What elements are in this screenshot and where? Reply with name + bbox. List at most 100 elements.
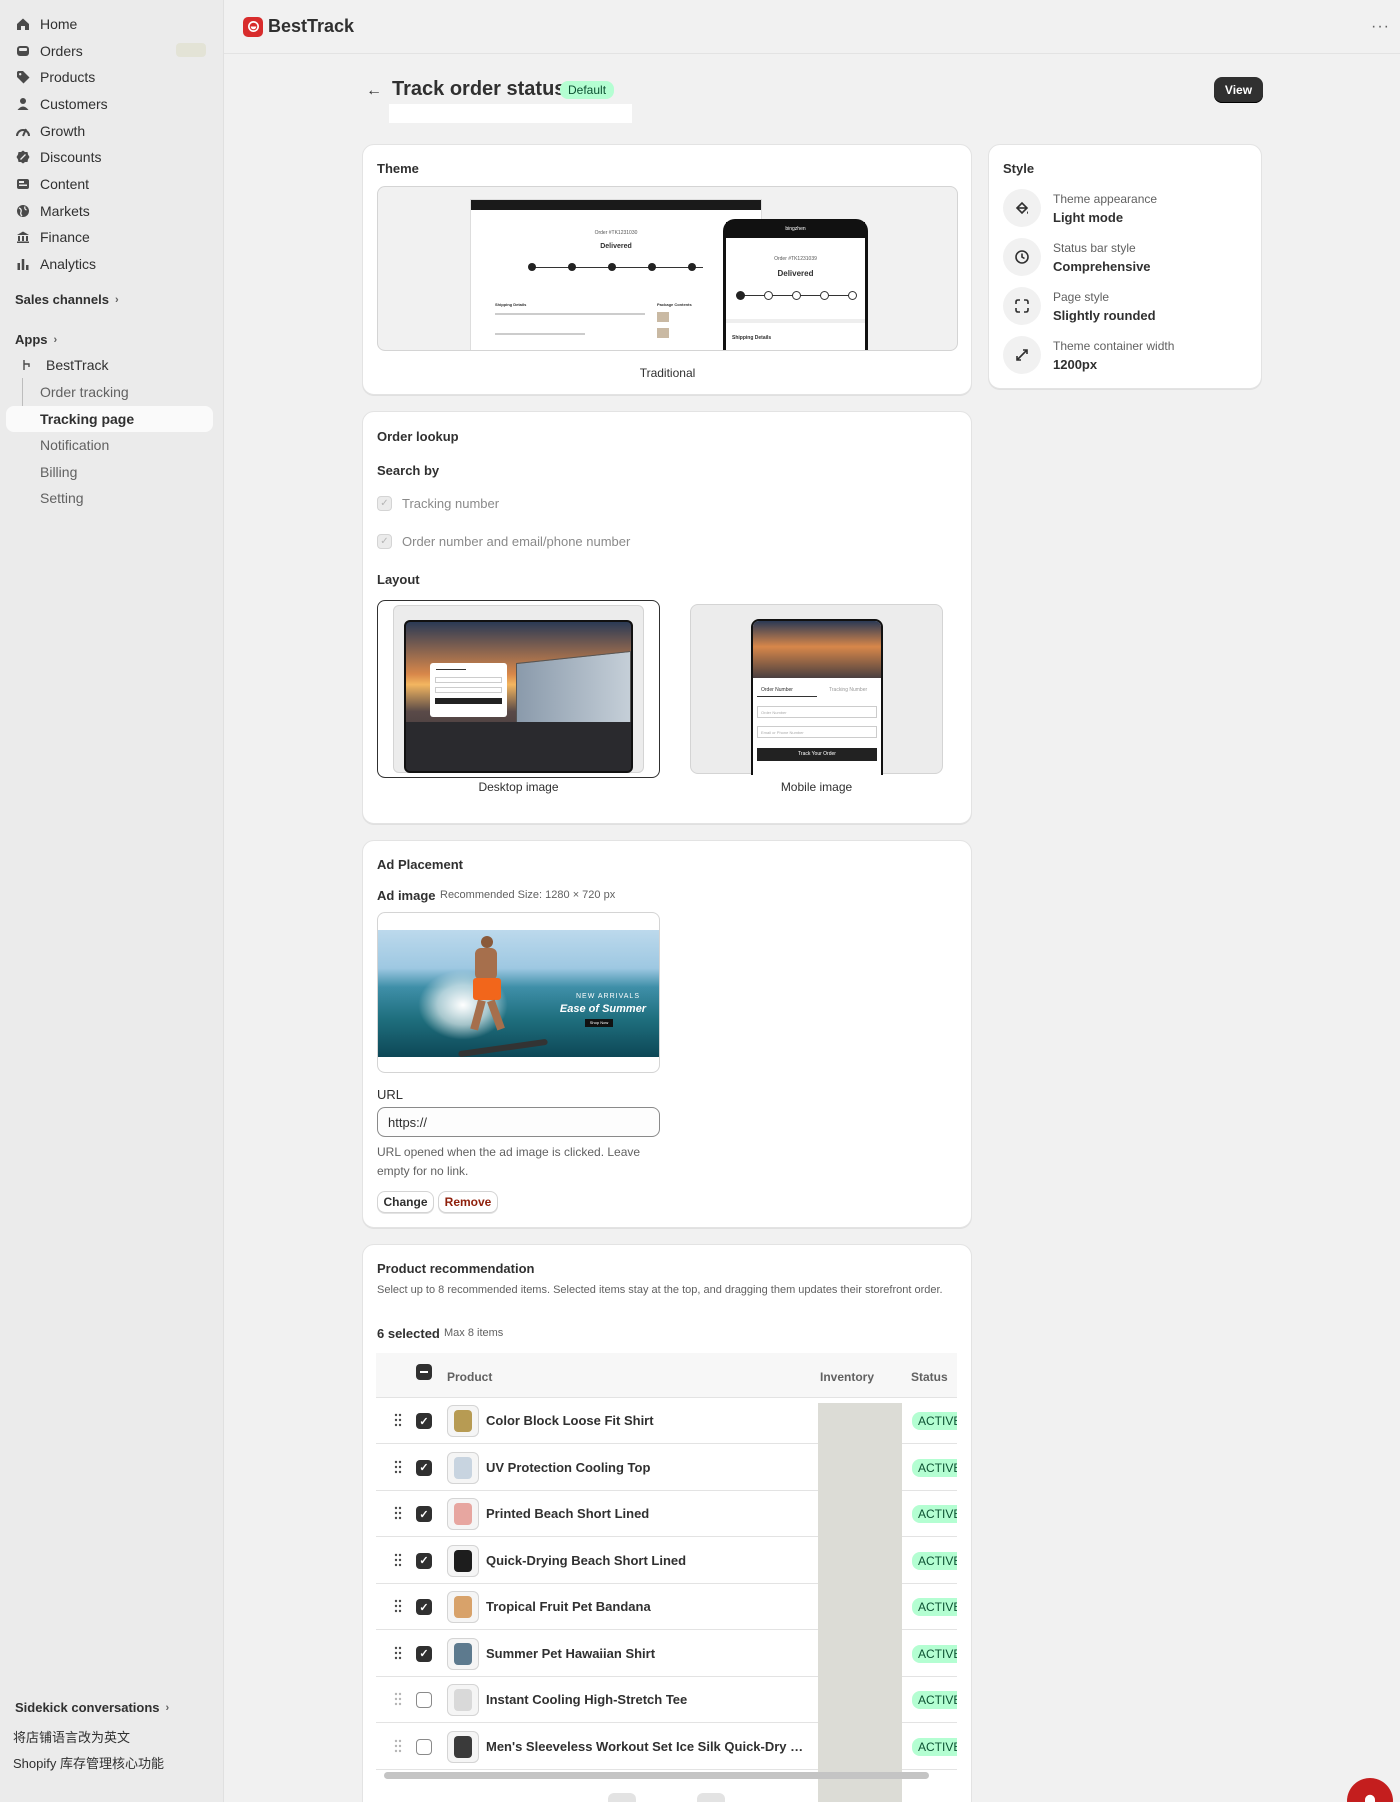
- more-menu-icon[interactable]: ···: [1371, 18, 1390, 36]
- url-label: URL: [377, 1087, 404, 1102]
- status-badge: ACTIVE: [912, 1551, 957, 1570]
- apps-header[interactable]: Apps ›: [15, 332, 57, 347]
- drag-handle-icon[interactable]: [394, 1413, 402, 1427]
- nav-finance[interactable]: Finance: [6, 224, 213, 250]
- nav-markets[interactable]: Markets: [6, 198, 213, 224]
- change-button[interactable]: Change: [377, 1191, 434, 1213]
- option-tracking-number[interactable]: ✓ Tracking number: [377, 496, 499, 511]
- pagination-next[interactable]: [697, 1793, 725, 1802]
- nav-home[interactable]: Home: [6, 11, 213, 37]
- nav-content[interactable]: Content: [6, 171, 213, 197]
- bar-chart-icon: [16, 257, 30, 271]
- sales-channels-header[interactable]: Sales channels ›: [15, 292, 119, 307]
- drag-handle-icon[interactable]: [394, 1739, 402, 1753]
- sub-label: Notification: [40, 437, 110, 453]
- product-thumbnail: [447, 1451, 479, 1484]
- product-name[interactable]: Printed Beach Short Lined: [486, 1506, 649, 1521]
- help-chat-button[interactable]: [1347, 1778, 1393, 1802]
- status-badge: ACTIVE: [912, 1598, 957, 1616]
- style-row-page-style[interactable]: Page style Slightly rounded: [1003, 286, 1156, 326]
- drag-handle-icon[interactable]: [394, 1646, 402, 1660]
- product-thumbnail: [447, 1730, 479, 1763]
- sidebar: Home Orders Products Customers Growth Di…: [0, 0, 224, 1802]
- globe-icon: [16, 204, 30, 218]
- product-name[interactable]: UV Protection Cooling Top: [486, 1460, 650, 1475]
- checkbox-disabled[interactable]: ✓: [377, 534, 392, 549]
- product-thumbnail: [447, 1684, 479, 1716]
- theme-preview[interactable]: Order #TK1231030 Delivered Shipping Deta…: [377, 186, 958, 351]
- pagination-prev[interactable]: [608, 1793, 636, 1802]
- remove-button[interactable]: Remove: [438, 1191, 498, 1213]
- chevron-right-icon: ›: [114, 293, 119, 306]
- checkbox-disabled[interactable]: ✓: [377, 496, 392, 511]
- conversation-item[interactable]: 将店铺语言改为英文: [13, 1727, 130, 1746]
- preview-shipping: Shipping Details: [495, 302, 527, 307]
- product-name[interactable]: Summer Pet Hawaiian Shirt: [486, 1646, 655, 1661]
- sub-order-tracking[interactable]: Order tracking: [6, 379, 213, 405]
- horizontal-scrollbar[interactable]: [384, 1772, 929, 1779]
- home-icon: [16, 17, 30, 31]
- style-row-appearance[interactable]: Theme appearance Light mode: [1003, 188, 1157, 228]
- sub-notification[interactable]: Notification: [6, 432, 213, 458]
- product-name[interactable]: Tropical Fruit Pet Bandana: [486, 1599, 651, 1614]
- view-button[interactable]: View: [1214, 77, 1263, 103]
- nav-discounts[interactable]: Discounts: [6, 144, 213, 170]
- conversation-item[interactable]: Shopify 库存管理核心功能: [13, 1753, 164, 1772]
- product-thumbnail: [447, 1544, 479, 1577]
- product-name[interactable]: Quick-Drying Beach Short Lined: [486, 1553, 686, 1568]
- url-help-text: URL opened when the ad image is clicked.…: [377, 1145, 641, 1178]
- drag-handle-icon[interactable]: [394, 1692, 402, 1706]
- row-checkbox[interactable]: ✓: [416, 1599, 432, 1615]
- ad-image-box[interactable]: NEW ARRIVALS Ease of Summer Shop Now: [377, 912, 660, 1073]
- style-label: Theme appearance: [1053, 191, 1158, 206]
- nav-analytics[interactable]: Analytics: [6, 251, 213, 277]
- order-lookup-card: Order lookup Search by ✓ Tracking number…: [362, 411, 972, 824]
- nav-app-besttrack[interactable]: BestTrack: [6, 352, 213, 378]
- style-label: Status bar style: [1053, 240, 1136, 255]
- row-checkbox[interactable]: [416, 1738, 432, 1755]
- nav-label: Customers: [40, 96, 108, 112]
- banner-cta: Shop Now: [585, 1019, 613, 1027]
- nav-products[interactable]: Products: [6, 64, 213, 90]
- option-order-number[interactable]: ✓ Order number and email/phone number: [377, 534, 630, 549]
- row-checkbox[interactable]: [416, 1692, 432, 1708]
- order-lookup-title: Order lookup: [377, 429, 459, 444]
- nav-growth[interactable]: Growth: [6, 118, 213, 144]
- page-title: Track order status: [392, 78, 566, 100]
- sub-billing[interactable]: Billing: [6, 459, 213, 485]
- drag-handle-icon[interactable]: [394, 1599, 402, 1613]
- product-name[interactable]: Men's Sleeveless Workout Set Ice Silk Qu…: [486, 1739, 806, 1754]
- row-checkbox[interactable]: ✓: [416, 1552, 432, 1569]
- sub-tracking-page[interactable]: Tracking page: [6, 406, 213, 432]
- product-thumbnail: [447, 1637, 479, 1670]
- style-row-container-width[interactable]: Theme container width 1200px: [1003, 335, 1174, 375]
- sub-label: Tracking page: [40, 411, 135, 427]
- product-name[interactable]: Color Block Loose Fit Shirt: [486, 1413, 654, 1428]
- sidekick-header[interactable]: Sidekick conversations ›: [15, 1700, 169, 1715]
- row-checkbox[interactable]: ✓: [416, 1645, 432, 1662]
- layout-desktop-option[interactable]: [377, 600, 660, 778]
- drag-handle-icon[interactable]: [394, 1506, 402, 1520]
- url-input[interactable]: https://: [377, 1107, 660, 1137]
- back-arrow-icon[interactable]: ←: [366, 82, 382, 100]
- bank-icon: [16, 230, 30, 244]
- nav-orders[interactable]: Orders: [6, 38, 213, 64]
- sub-setting[interactable]: Setting: [6, 485, 213, 511]
- status-badge: ACTIVE: [912, 1644, 957, 1663]
- select-all-checkbox[interactable]: [416, 1364, 432, 1380]
- style-value: Slightly rounded: [1053, 307, 1156, 323]
- row-checkbox[interactable]: ✓: [416, 1506, 432, 1522]
- selected-count: 6 selected: [377, 1326, 440, 1341]
- recommendation-title: Product recommendation: [377, 1261, 535, 1276]
- style-row-status-bar[interactable]: Status bar style Comprehensive: [1003, 237, 1151, 277]
- row-checkbox[interactable]: ✓: [416, 1413, 432, 1429]
- drag-handle-icon[interactable]: [394, 1553, 402, 1567]
- nav-customers[interactable]: Customers: [6, 91, 213, 117]
- layout-mobile-option[interactable]: Order Number Tracking Number Order Numbe…: [690, 604, 943, 775]
- drag-handle-icon[interactable]: [394, 1460, 402, 1474]
- row-checkbox[interactable]: ✓: [416, 1459, 432, 1476]
- banner-line1: NEW ARRIVALS: [576, 993, 640, 1000]
- product-name[interactable]: Instant Cooling High-Stretch Tee: [486, 1692, 687, 1707]
- content-icon: [16, 177, 30, 191]
- preview-mobile-brand: bingzhen: [726, 222, 865, 238]
